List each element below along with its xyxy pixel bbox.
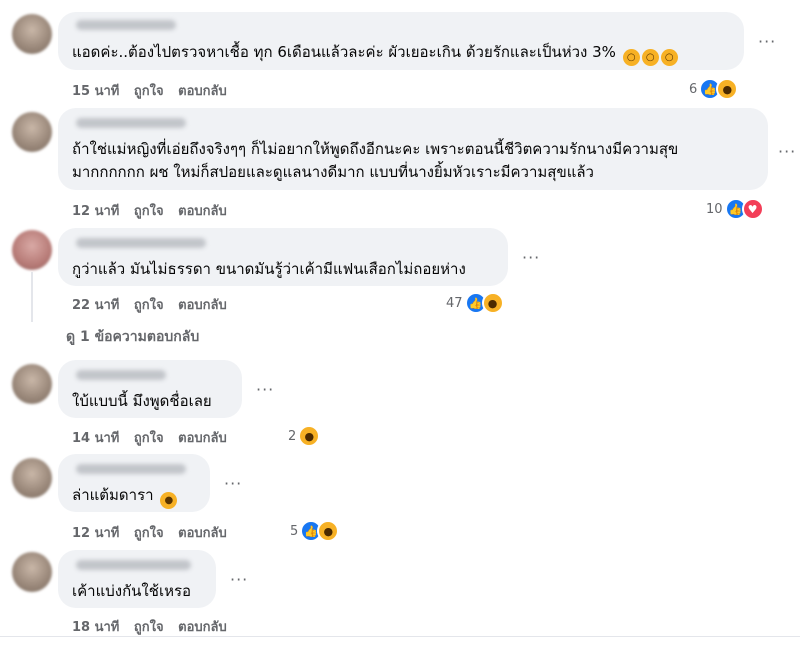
comment-text: แอดค่ะ..ต้องไปตรวจหาเชื้อ ทุก 6เดือนแล้ว… [72, 41, 678, 66]
reaction-count: 5 [290, 523, 299, 539]
more-options-button[interactable]: ··· [230, 570, 248, 589]
comment-text-line-2: มากกกกกก ผช ใหม่ก็สปอยและดูแลนางดีมาก แบ… [72, 163, 594, 181]
thread-line [31, 272, 33, 322]
comment-actions: 14 นาที ถูกใจ ตอบกลับ [72, 427, 237, 448]
like-button[interactable]: ถูกใจ [134, 620, 164, 635]
comment-text: ล่าแต้มดารา ● [72, 484, 178, 509]
love-icon: ♥ [741, 198, 764, 220]
comment-bubble: กูว่าแล้ว มันไม่ธรรดา ขนาดมันรู้ว่าเค้าม… [58, 228, 508, 286]
reply-button[interactable]: ตอบกลับ [178, 298, 227, 313]
haha-icon: ● [317, 520, 340, 542]
timestamp[interactable]: 15 นาที [72, 84, 119, 99]
reply-button[interactable]: ตอบกลับ [178, 204, 227, 219]
astonished-emoji-icon: ○ [641, 49, 659, 66]
commenter-name[interactable] [76, 370, 166, 380]
comment-bubble: เค้าแบ่งกันใช้เหรอ [58, 550, 216, 608]
like-button[interactable]: ถูกใจ [134, 526, 164, 541]
timestamp[interactable]: 12 นาที [72, 526, 119, 541]
commenter-name[interactable] [76, 20, 176, 30]
avatar[interactable] [12, 458, 52, 498]
reaction-summary[interactable]: 5 👍 ● [290, 520, 340, 542]
more-options-button[interactable]: ··· [778, 142, 796, 161]
haha-icon: ● [481, 292, 504, 314]
comment-text: เค้าแบ่งกันใช้เหรอ [72, 582, 192, 600]
comment-actions: 22 นาที ถูกใจ ตอบกลับ [72, 294, 237, 315]
comment-bubble: แอดค่ะ..ต้องไปตรวจหาเชื้อ ทุก 6เดือนแล้ว… [58, 12, 744, 70]
astonished-emoji-icon: ○ [622, 49, 640, 66]
comment-bubble: ถ้าใช่แม่หญิงที่เอ่ยถึงจริงๆๆ ก็ไม่อยากใ… [58, 108, 768, 190]
reaction-summary[interactable]: 10 👍 ♥ [706, 198, 764, 220]
commenter-name[interactable] [76, 238, 206, 248]
avatar[interactable] [12, 230, 52, 270]
reply-button[interactable]: ตอบกลับ [178, 84, 227, 99]
comment-actions: 12 นาที ถูกใจ ตอบกลับ [72, 200, 237, 221]
reply-button[interactable]: ตอบกลับ [178, 620, 227, 635]
reply-button[interactable]: ตอบกลับ [178, 431, 227, 446]
more-options-button[interactable]: ··· [758, 32, 776, 51]
comment-text: กูว่าแล้ว มันไม่ธรรดา ขนาดมันรู้ว่าเค้าม… [72, 260, 466, 278]
comment-bubble: ใบ้แบบนี้ มึงพูดชื่อเลย [58, 360, 242, 418]
like-button[interactable]: ถูกใจ [134, 204, 164, 219]
commenter-name[interactable] [76, 560, 191, 570]
comment-bubble: ล่าแต้มดารา ● [58, 454, 210, 512]
commenter-name[interactable] [76, 118, 186, 128]
like-button[interactable]: ถูกใจ [134, 431, 164, 446]
laughing-emoji-icon: ● [160, 492, 178, 509]
avatar[interactable] [12, 112, 52, 152]
reaction-summary[interactable]: 6 👍 ● [689, 78, 739, 100]
timestamp[interactable]: 22 นาที [72, 298, 119, 313]
timestamp[interactable]: 12 นาที [72, 204, 119, 219]
reply-button[interactable]: ตอบกลับ [178, 526, 227, 541]
like-button[interactable]: ถูกใจ [134, 298, 164, 313]
divider [0, 636, 800, 637]
comment-actions: 15 นาที ถูกใจ ตอบกลับ [72, 80, 237, 101]
more-options-button[interactable]: ··· [522, 248, 540, 267]
reaction-count: 10 [706, 201, 723, 217]
comment-text: ใบ้แบบนี้ มึงพูดชื่อเลย [72, 392, 212, 410]
reaction-summary[interactable]: 47 👍 ● [446, 292, 504, 314]
reaction-count: 6 [689, 81, 698, 97]
timestamp[interactable]: 18 นาที [72, 620, 119, 635]
view-replies-link[interactable]: ดู 1 ข้อความตอบกลับ [66, 326, 199, 348]
haha-icon: ● [716, 78, 739, 100]
timestamp[interactable]: 14 นาที [72, 431, 119, 446]
more-options-button[interactable]: ··· [256, 380, 274, 399]
like-button[interactable]: ถูกใจ [134, 84, 164, 99]
astonished-emoji-icon: ○ [660, 49, 678, 66]
commenter-name[interactable] [76, 464, 186, 474]
comment-actions: 18 นาที ถูกใจ ตอบกลับ [72, 616, 237, 637]
avatar[interactable] [12, 552, 52, 592]
avatar[interactable] [12, 14, 52, 54]
reaction-count: 2 [288, 428, 297, 444]
comment-actions: 12 นาที ถูกใจ ตอบกลับ [72, 522, 237, 543]
comment-text-line-1: ถ้าใช่แม่หญิงที่เอ่ยถึงจริงๆๆ ก็ไม่อยากใ… [72, 140, 679, 158]
haha-icon: ● [298, 425, 321, 447]
reaction-count: 47 [446, 295, 463, 311]
reaction-summary[interactable]: 2 ● [288, 425, 321, 447]
more-options-button[interactable]: ··· [224, 474, 242, 493]
avatar[interactable] [12, 364, 52, 404]
